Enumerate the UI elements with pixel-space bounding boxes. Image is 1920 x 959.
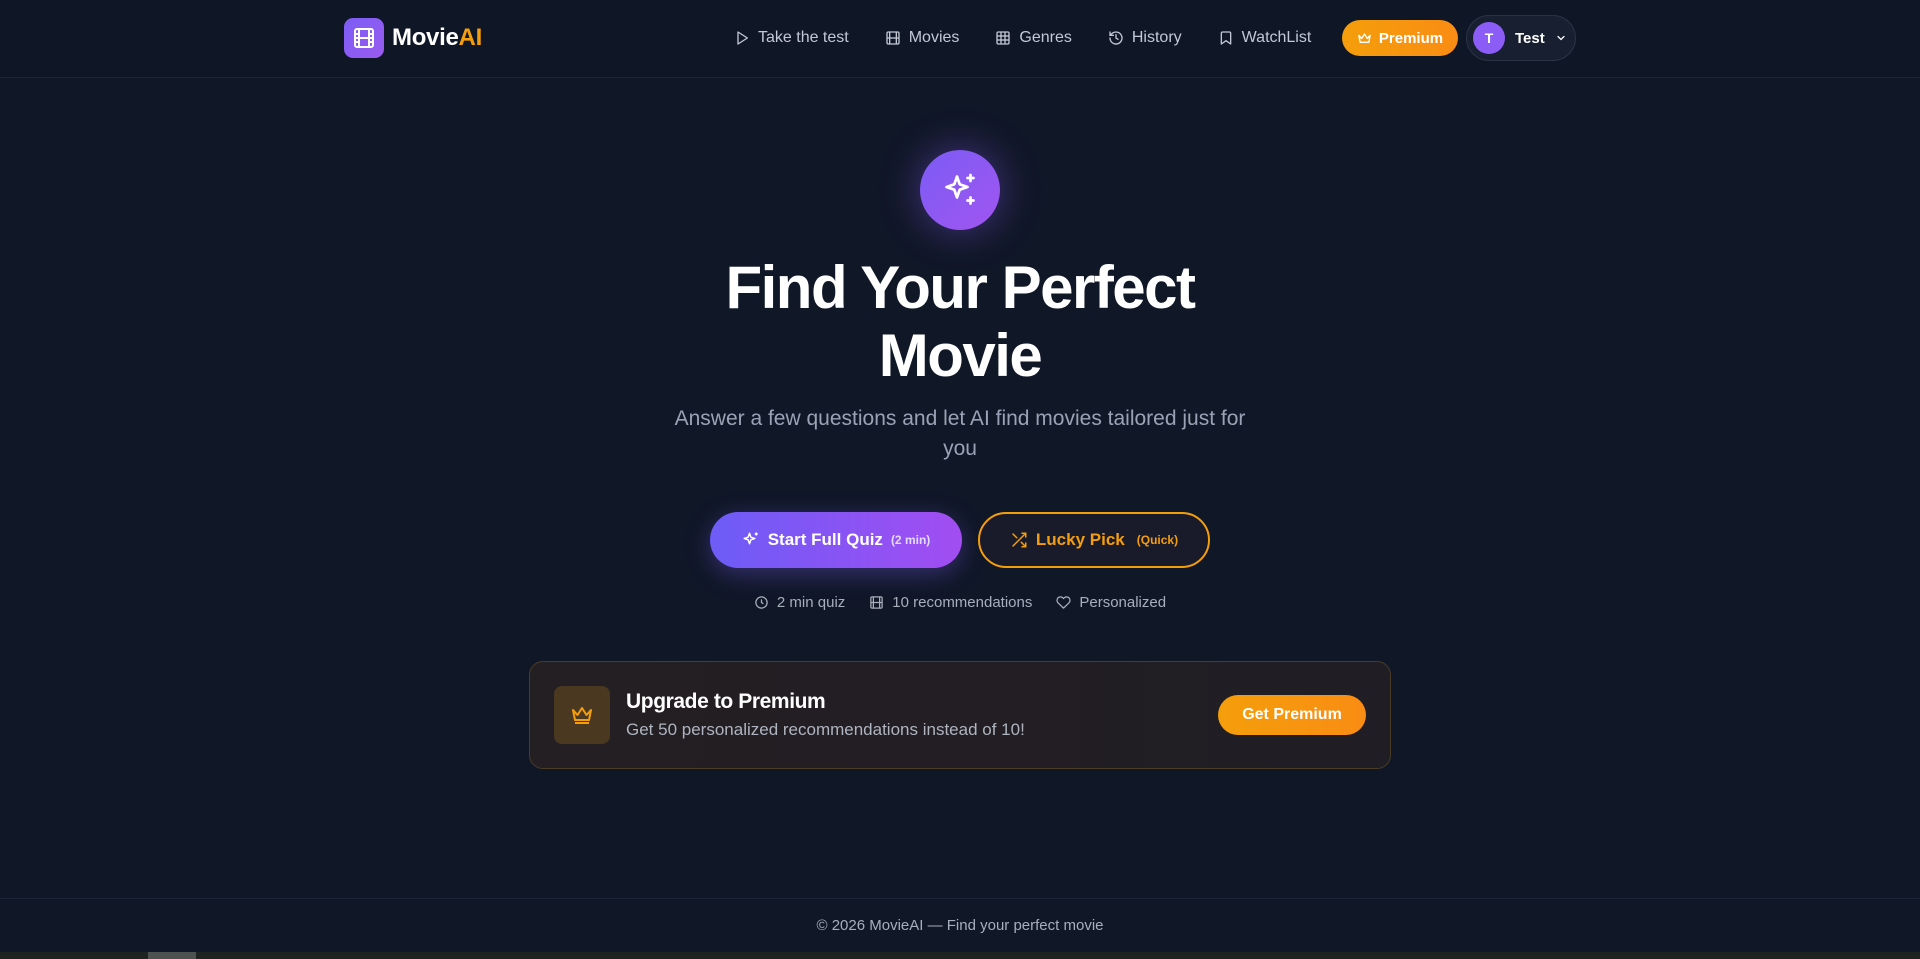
crown-icon (554, 686, 610, 744)
grid-icon (996, 31, 1011, 45)
top-navbar: MovieAI Take the test Movies Genres Hist… (0, 0, 1920, 78)
lucky-note: (Quick) (1136, 533, 1179, 547)
footer: © 2026 MovieAI — Find your perfect movie (0, 898, 1920, 952)
footer-text: © 2026 MovieAI — Find your perfect movie (816, 917, 1104, 934)
heart-icon (1056, 595, 1071, 609)
clock-icon (755, 595, 768, 609)
nav-label: WatchList (1241, 29, 1312, 46)
premium-button[interactable]: Premium (1342, 20, 1458, 56)
lucky-button-label: Lucky Pick (1035, 530, 1125, 549)
nav-label: Movies (908, 29, 960, 46)
nav-history[interactable]: History (1108, 29, 1182, 47)
upgrade-subtitle: Get 50 personalized recommendations inst… (626, 720, 1025, 739)
chevron-down-icon (1557, 35, 1565, 41)
avatar: T (1473, 22, 1505, 54)
nav-genres[interactable]: Genres (995, 29, 1072, 47)
sparkles-icon (920, 150, 1000, 230)
shuffle-icon (1012, 532, 1027, 548)
main-nav: Take the test Movies Genres History Watc… (734, 18, 1347, 58)
sparkles-icon (743, 532, 758, 545)
upgrade-title: Upgrade to Premium (626, 690, 826, 713)
scrollbar-thumb[interactable] (148, 952, 196, 959)
nav-watchlist[interactable]: WatchList (1218, 29, 1312, 47)
lucky-pick-button[interactable]: Lucky Pick (Quick) (978, 512, 1210, 568)
nav-label: Take the test (758, 29, 849, 46)
play-icon (737, 31, 748, 45)
logo[interactable]: MovieAI (344, 18, 482, 58)
nav-take-the-test[interactable]: Take the test (734, 29, 849, 47)
logo-text: MovieAI (392, 24, 482, 51)
nav-movies[interactable]: Movies (885, 29, 960, 47)
feature-list: 2 min quiz 10 recommendations Personaliz… (660, 592, 1260, 612)
horizontal-scrollbar[interactable] (0, 952, 1920, 959)
user-name: Test (1515, 29, 1545, 47)
page-title: Find Your Perfect Movie (725, 254, 1196, 389)
nav-label: History (1131, 29, 1182, 46)
upgrade-card: Upgrade to Premium Get 50 personalized r… (529, 661, 1391, 769)
quiz-duration: (2 min) (890, 533, 931, 547)
film-logo-icon (344, 18, 384, 58)
feature-item: Personalized (1056, 592, 1166, 612)
premium-label: Premium (1378, 29, 1444, 47)
film-icon (886, 31, 900, 45)
user-menu[interactable]: T Test (1466, 15, 1576, 61)
feature-item: 2 min quiz (754, 592, 845, 612)
nav-label: Genres (1019, 29, 1072, 46)
history-icon (1109, 31, 1123, 45)
bookmark-icon (1220, 31, 1231, 45)
start-full-quiz-button[interactable]: Start Full Quiz (2 min) (710, 512, 962, 568)
feature-item: 10 recommendations (869, 592, 1032, 612)
quiz-button-label: Start Full Quiz (767, 530, 883, 549)
page-subtitle: Answer a few questions and let AI find m… (674, 407, 1246, 460)
get-premium-button[interactable]: Get Premium (1218, 695, 1366, 735)
crown-icon (1358, 32, 1371, 43)
film-icon (870, 595, 884, 609)
